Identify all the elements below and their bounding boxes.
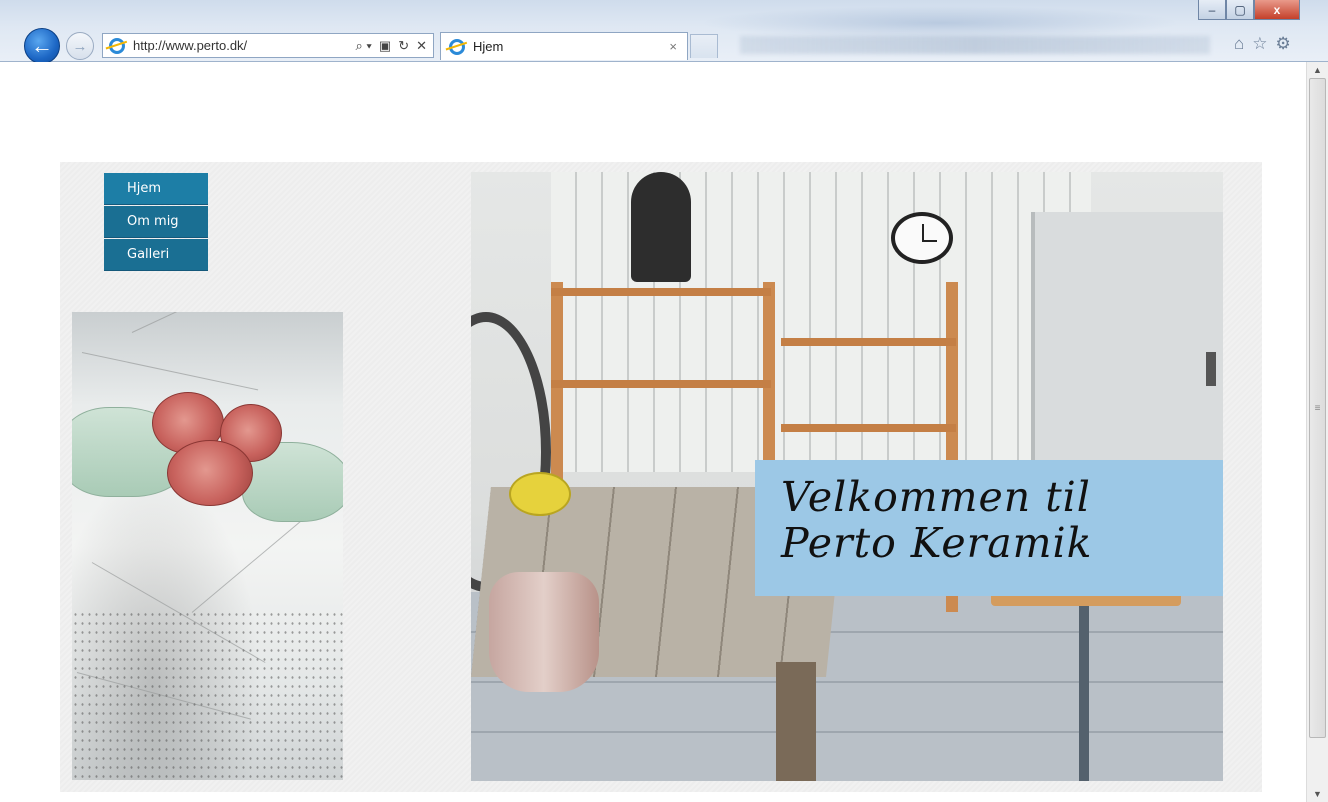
forward-arrow-icon: → xyxy=(72,37,88,55)
stool-leg xyxy=(1079,606,1089,781)
address-bar[interactable]: http://www.perto.dk/ ⌕ ▾ ▣ ↻ ✕ xyxy=(102,33,434,58)
glaze-speckles xyxy=(72,610,343,780)
wall-clock-icon xyxy=(891,212,953,264)
nav-item-om-mig[interactable]: Om mig xyxy=(104,206,208,238)
glaze-crack xyxy=(81,352,259,391)
glaze-crack xyxy=(131,312,269,333)
shelf xyxy=(551,380,771,388)
scroll-down-arrow-icon[interactable]: ▼ xyxy=(1307,786,1328,802)
tab-favicon-icon xyxy=(449,38,465,55)
stop-icon[interactable]: ✕ xyxy=(416,38,427,54)
minimize-button[interactable]: – xyxy=(1198,0,1226,20)
pink-rose xyxy=(167,440,253,506)
shelf xyxy=(781,338,956,346)
ie-logo-icon xyxy=(109,37,125,54)
welcome-line-2: Perto Keramik xyxy=(781,519,1093,567)
tab-title: Hjem xyxy=(473,39,504,54)
address-url[interactable]: http://www.perto.dk/ xyxy=(133,38,247,53)
shelf xyxy=(551,288,771,296)
site-nav: Hjem Om mig Galleri xyxy=(104,173,208,272)
workshop-photo: Velkommen til Perto Keramik xyxy=(471,172,1223,781)
back-arrow-icon: ← xyxy=(31,33,53,58)
search-dropdown-icon[interactable]: ⌕ ▾ xyxy=(356,38,372,54)
settings-gear-icon[interactable]: ⚙ xyxy=(1276,34,1291,54)
yellow-sponge xyxy=(509,472,571,516)
title-bar-blur xyxy=(700,6,1180,40)
scroll-up-arrow-icon[interactable]: ▲ xyxy=(1307,62,1328,78)
table-leg xyxy=(776,662,816,781)
vertical-scrollbar[interactable]: ▲ ≡ ▼ xyxy=(1306,62,1328,802)
window-controls: – ▢ x xyxy=(1198,0,1300,22)
vase-photo xyxy=(72,312,343,780)
home-icon[interactable]: ⌂ xyxy=(1234,34,1244,54)
nav-item-hjem[interactable]: Hjem xyxy=(104,173,208,205)
address-actions: ⌕ ▾ ▣ ↻ ✕ xyxy=(356,38,433,54)
compatibility-view-icon[interactable]: ▣ xyxy=(379,38,391,54)
back-button[interactable]: ← xyxy=(24,28,60,64)
forward-button[interactable]: → xyxy=(66,32,94,60)
favorites-star-icon[interactable]: ☆ xyxy=(1252,34,1267,54)
new-tab-button[interactable] xyxy=(690,34,718,58)
shelf xyxy=(781,424,956,432)
tab-hjem[interactable]: Hjem × xyxy=(440,32,688,60)
glaze-crack xyxy=(191,509,315,613)
scroll-grip-icon: ≡ xyxy=(1314,402,1321,414)
blurred-title-area xyxy=(740,36,1210,54)
welcome-banner: Velkommen til Perto Keramik xyxy=(755,460,1223,596)
close-window-button[interactable]: x xyxy=(1254,0,1300,20)
refresh-icon[interactable]: ↻ xyxy=(398,38,409,54)
tool-pot xyxy=(489,572,599,692)
nav-item-galleri[interactable]: Galleri xyxy=(104,239,208,271)
wall-plaque xyxy=(631,172,691,282)
scroll-thumb[interactable]: ≡ xyxy=(1309,78,1326,738)
content-panel: Hjem Om mig Galleri Velkommen til Perto … xyxy=(60,162,1262,792)
welcome-line-1: Velkommen til xyxy=(781,473,1091,521)
browser-toolbar-icons: ⌂ ☆ ⚙ xyxy=(1234,34,1291,54)
door-handle xyxy=(1206,352,1216,386)
page-viewport: Hjem Om mig Galleri Velkommen til Perto … xyxy=(0,62,1306,802)
browser-chrome: ← → http://www.perto.dk/ ⌕ ▾ ▣ ↻ ✕ Hjem … xyxy=(0,0,1328,64)
tab-close-icon[interactable]: × xyxy=(669,39,677,54)
maximize-button[interactable]: ▢ xyxy=(1226,0,1254,20)
